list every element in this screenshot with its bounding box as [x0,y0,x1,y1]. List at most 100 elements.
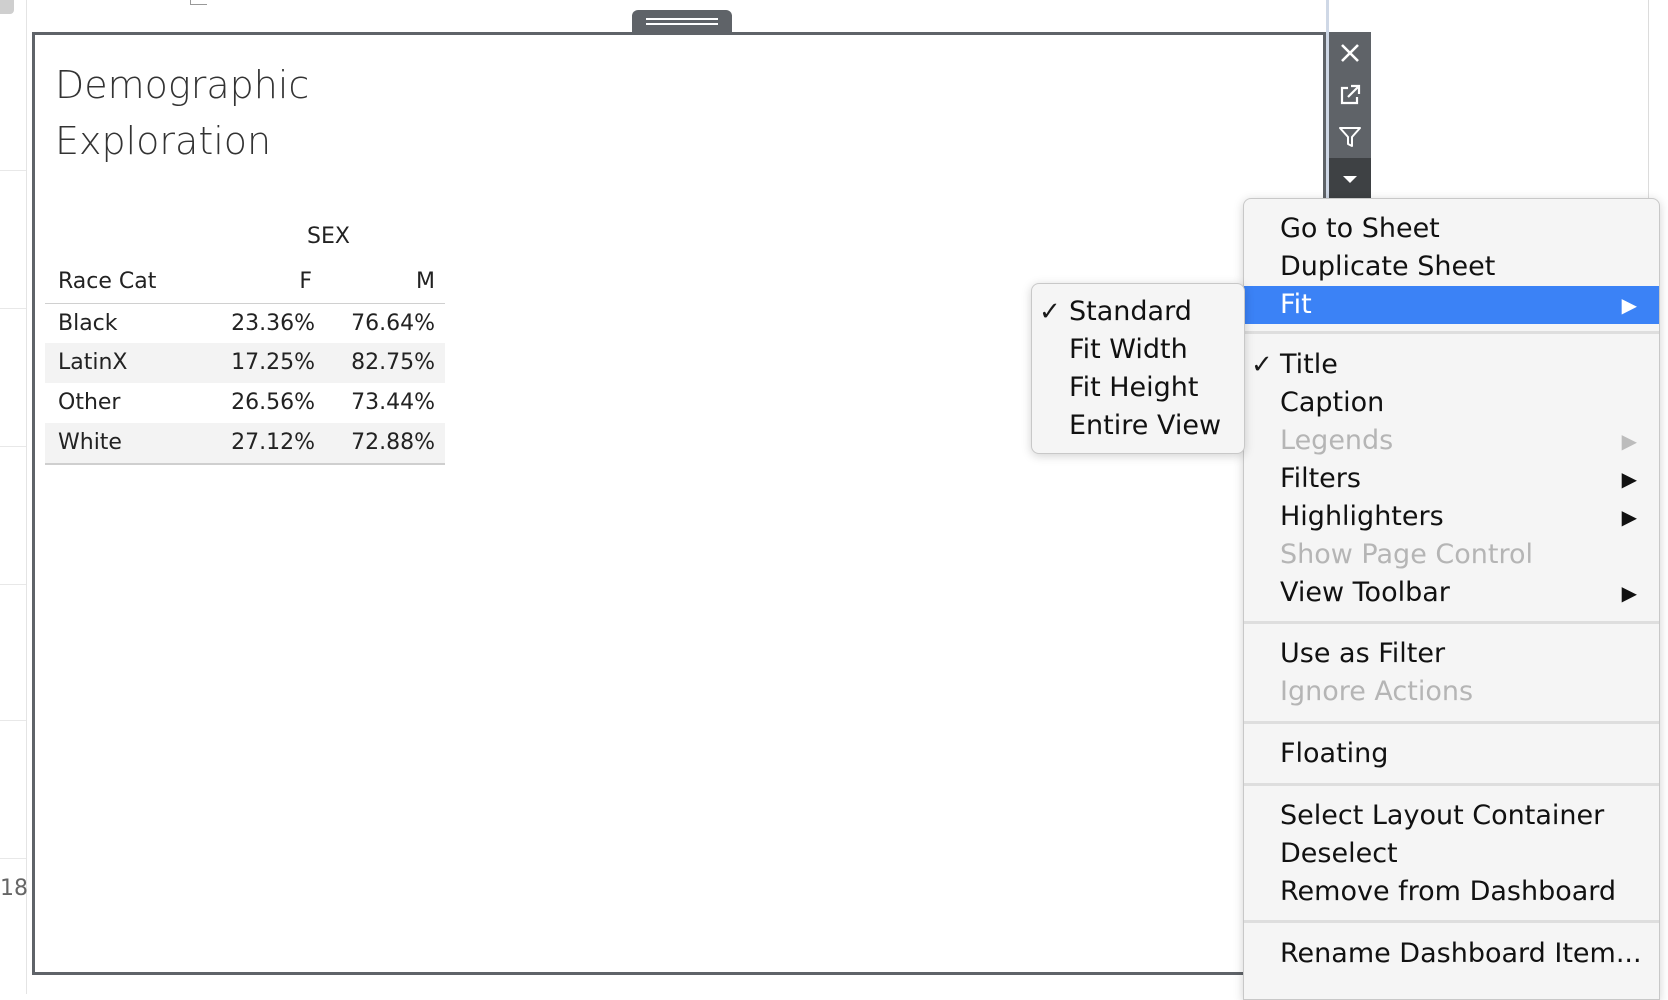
table-row[interactable]: LatinX 17.25% 82.75% [45,343,445,383]
menu-item-legends: Legends ▶ [1244,422,1659,460]
left-gutter: 18 [0,0,28,994]
menu-item-label: Select Layout Container [1280,800,1605,831]
menu-item-ignore-actions: Ignore Actions [1244,673,1659,711]
gutter-divider [0,720,26,721]
menu-separator [1244,331,1659,334]
go-to-sheet-button[interactable] [1329,74,1371,116]
scroll-nub [0,0,14,14]
menu-item-view-toolbar[interactable]: View Toolbar ▶ [1244,574,1659,612]
close-icon [1341,44,1359,62]
more-options-button[interactable] [1329,158,1371,200]
menu-item-use-as-filter[interactable]: Use as Filter [1244,635,1659,673]
submenu-arrow-icon: ▶ [1621,467,1637,491]
submenu-item-fit-height[interactable]: Fit Height [1032,369,1244,407]
checkmark-icon: ✓ [1251,350,1273,380]
drag-handle[interactable] [632,10,732,33]
checkmark-icon: ✓ [1039,297,1061,327]
menu-item-remove-from-dashboard[interactable]: Remove from Dashboard [1244,873,1659,911]
menu-item-duplicate-sheet[interactable]: Duplicate Sheet [1244,248,1659,286]
submenu-arrow-icon: ▶ [1621,293,1637,317]
gutter-divider [0,308,26,309]
item-toolbar [1329,32,1371,200]
menu-item-label: Caption [1280,387,1385,418]
menu-item-label: Duplicate Sheet [1280,251,1496,282]
submenu-item-entire-view[interactable]: Entire View [1032,407,1244,445]
menu-item-label: Fit [1280,289,1312,320]
row-number: 18 [0,876,28,901]
menu-item-show-page-control: Show Page Control [1244,536,1659,574]
menu-item-label: Ignore Actions [1280,676,1474,707]
table-header-row: Race Cat F M [45,263,445,304]
fit-submenu: ✓ Standard Fit Width Fit Height Entire V… [1031,283,1245,454]
table-cell: 72.88% [351,430,435,455]
table-cell: 26.56% [231,390,315,415]
menu-item-select-layout-container[interactable]: Select Layout Container [1244,797,1659,835]
menu-item-go-to-sheet[interactable]: Go to Sheet [1244,210,1659,248]
table-cell: 73.44% [351,390,435,415]
menu-item-label: Fit Height [1069,372,1199,403]
menu-item-title[interactable]: ✓ Title [1244,346,1659,384]
row-label: Other [58,390,121,415]
menu-item-label: View Toolbar [1280,577,1450,608]
menu-item-floating[interactable]: Floating [1244,735,1659,773]
gutter-divider [0,584,26,585]
menu-item-label: Show Page Control [1280,539,1533,570]
column-header: F [299,269,312,294]
table-cell: 27.12% [231,430,315,455]
gutter-divider [0,858,26,859]
menu-item-label: Rename Dashboard Item... [1280,938,1642,969]
table-cell: 17.25% [231,350,315,375]
menu-separator [1244,721,1659,724]
submenu-item-standard[interactable]: ✓ Standard [1032,293,1244,331]
menu-item-label: Go to Sheet [1280,213,1440,244]
submenu-item-fit-width[interactable]: Fit Width [1032,331,1244,369]
menu-separator [1244,621,1659,624]
menu-item-label: Remove from Dashboard [1280,876,1617,907]
row-label: LatinX [58,350,128,375]
menu-item-highlighters[interactable]: Highlighters ▶ [1244,498,1659,536]
context-menu: Go to Sheet Duplicate Sheet Fit ▶ ✓ Titl… [1243,198,1660,1000]
menu-item-label: Standard [1069,296,1192,327]
menu-item-label: Highlighters [1280,501,1444,532]
menu-item-deselect[interactable]: Deselect [1244,835,1659,873]
sheet-title: Demographic Exploration [55,57,355,169]
submenu-arrow-icon: ▶ [1621,505,1637,529]
menu-item-filters[interactable]: Filters ▶ [1244,460,1659,498]
table-row[interactable]: Black 23.36% 76.64% [45,304,445,344]
column-header: M [416,269,435,294]
dashboard-item-frame[interactable]: Demographic Exploration SEX Race Cat F M… [32,32,1326,975]
table-cell: 23.36% [231,311,315,336]
table-cell: 76.64% [351,311,435,336]
menu-item-label: Use as Filter [1280,638,1446,669]
table-row[interactable]: White 27.12% 72.88% [45,423,445,463]
row-label: White [58,430,122,455]
menu-item-label: Legends [1280,425,1394,456]
submenu-arrow-icon: ▶ [1621,429,1637,453]
menu-item-label: Floating [1280,738,1389,769]
background-line [1648,0,1649,210]
table-row[interactable]: Other 26.56% 73.44% [45,383,445,423]
gutter-divider [0,170,26,171]
filter-icon [1339,127,1361,147]
close-button[interactable] [1329,32,1371,74]
menu-item-label: Fit Width [1069,334,1188,365]
gutter-divider [0,446,26,447]
row-header: Race Cat [58,269,157,294]
canvas-mark [190,0,207,5]
use-as-filter-button[interactable] [1329,116,1371,158]
submenu-arrow-icon: ▶ [1621,581,1637,605]
menu-item-label: Entire View [1069,410,1222,441]
menu-item-caption[interactable]: Caption [1244,384,1659,422]
sheet-title-line: Exploration [55,119,272,163]
menu-item-rename-dashboard-item[interactable]: Rename Dashboard Item... [1244,935,1659,973]
table-cell: 82.75% [351,350,435,375]
menu-item-fit[interactable]: Fit ▶ [1244,286,1659,324]
sheet-title-line: Demographic [55,63,310,107]
menu-separator [1244,783,1659,786]
column-group-header: SEX [307,224,350,249]
menu-item-label: Filters [1280,463,1361,494]
menu-separator [1244,920,1659,923]
menu-item-label: Deselect [1280,838,1398,869]
dropdown-arrow-icon [1343,176,1357,183]
table-bottom-border [45,463,445,465]
